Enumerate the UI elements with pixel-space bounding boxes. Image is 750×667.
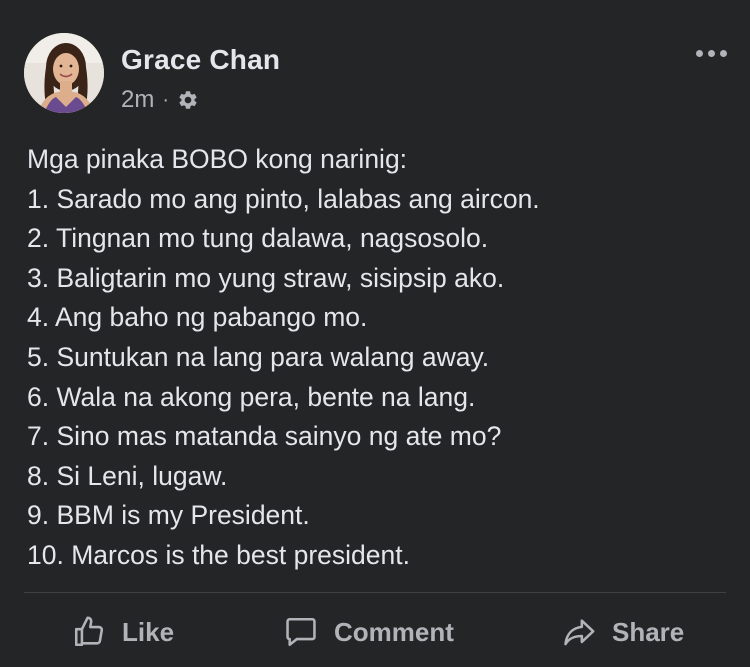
post-line-8: 8. Si Leni, lugaw. [27, 460, 228, 491]
post-line-10: 10. Marcos is the best president. [27, 539, 410, 570]
gear-icon[interactable] [177, 89, 199, 111]
actions-divider [24, 592, 726, 593]
post-timestamp[interactable]: 2m [121, 86, 154, 114]
like-button[interactable]: Like [72, 615, 174, 649]
share-button[interactable]: Share [562, 615, 684, 649]
author-name[interactable]: Grace Chan [121, 44, 280, 76]
post-line-1: 1. Sarado mo ang pinto, lalabas ang airc… [27, 183, 540, 214]
post-line-6: 6. Wala na akong pera, bente na lang. [27, 381, 476, 412]
post-meta: 2m · [121, 86, 199, 114]
like-label: Like [122, 616, 175, 647]
post-card: Grace Chan 2m · Mga pinaka BOBO kong nar… [0, 0, 750, 667]
share-icon [562, 615, 596, 649]
post-line-heading: Mga pinaka BOBO kong narinig: [27, 144, 408, 174]
avatar[interactable] [24, 33, 104, 113]
share-label: Share [612, 616, 685, 647]
ellipsis-icon [695, 49, 703, 57]
action-bar: Like Comment Share [0, 600, 750, 666]
post-line-5: 5. Suntukan na lang para walang away. [27, 341, 490, 372]
comment-button[interactable]: Comment [284, 615, 454, 649]
post-line-4: 4. Ang baho ng pabango mo. [27, 302, 368, 333]
thumbs-up-icon [72, 615, 106, 649]
more-options-button[interactable] [688, 38, 734, 68]
meta-separator: · [162, 88, 170, 111]
ellipsis-icon-dot [707, 49, 715, 57]
post-line-7: 7. Sino mas matanda sainyo ng ate mo? [27, 421, 502, 452]
ellipsis-icon-dot [719, 49, 727, 57]
avatar-image [24, 33, 104, 113]
comment-label: Comment [334, 616, 454, 647]
post-line-3: 3. Baligtarin mo yung straw, sisipsip ak… [27, 262, 505, 293]
post-text: Mga pinaka BOBO kong narinig: 1. Sarado … [27, 140, 727, 576]
comment-icon [284, 615, 318, 649]
post-line-9: 9. BBM is my President. [27, 500, 310, 531]
post-line-2: 2. Tingnan mo tung dalawa, nagsosolo. [27, 223, 489, 254]
